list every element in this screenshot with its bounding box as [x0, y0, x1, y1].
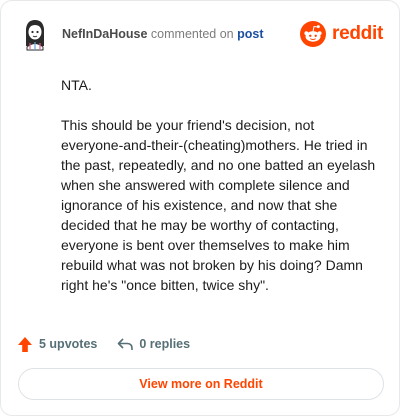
- reddit-wordmark: reddit: [332, 23, 383, 44]
- upvote-count: 5 upvotes: [39, 337, 98, 351]
- reddit-snoo-icon: [300, 21, 327, 47]
- reply-button[interactable]: 0 replies: [117, 337, 190, 351]
- comment-body: NTA. This should be your friend's decisi…: [61, 75, 379, 295]
- commented-on-text: commented on: [150, 27, 234, 41]
- post-link[interactable]: post: [237, 27, 263, 41]
- reddit-logo[interactable]: reddit: [300, 21, 383, 47]
- avatar[interactable]: [17, 16, 53, 52]
- comment-paragraph: NTA.: [61, 77, 92, 93]
- avatar-icon: [18, 17, 52, 51]
- comment-meta: NefInDaHouse commented on post: [62, 27, 263, 41]
- comment-header: NefInDaHouse commented on post reddit: [17, 15, 383, 55]
- reply-count: 0 replies: [139, 337, 191, 351]
- reply-icon: [118, 338, 134, 350]
- reddit-comment-embed: NefInDaHouse commented on post reddit NT…: [0, 0, 400, 416]
- upvote-button[interactable]: 5 upvotes: [17, 336, 97, 353]
- username-link[interactable]: NefInDaHouse: [62, 27, 147, 41]
- upvote-arrow-icon: [18, 336, 32, 352]
- comment-paragraph: This should be your friend's decision, n…: [61, 117, 376, 293]
- view-more-button[interactable]: View more on Reddit: [18, 368, 384, 400]
- comment-actions: 5 upvotes 0 replies: [17, 334, 190, 354]
